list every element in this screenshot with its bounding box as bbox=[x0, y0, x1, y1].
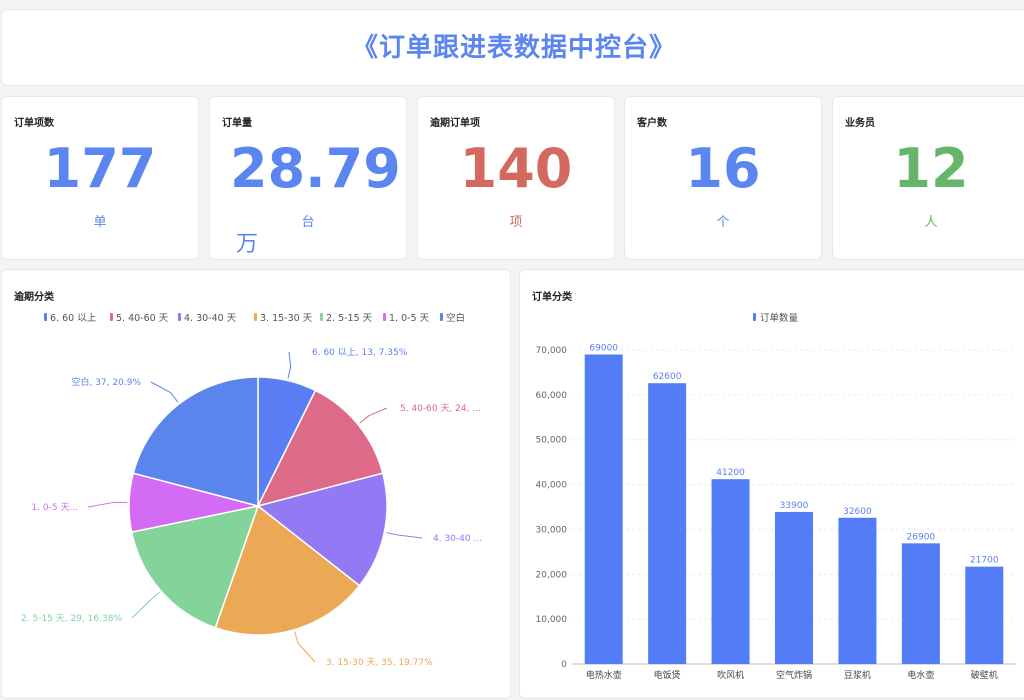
kpi-value: 28.79 bbox=[230, 137, 401, 200]
legend-label: 空白 bbox=[446, 312, 465, 324]
pie-slice-label: 1. 0-5 天... bbox=[31, 503, 78, 513]
bar-value-label: 32600 bbox=[843, 507, 872, 517]
y-tick-label: 10,000 bbox=[536, 615, 568, 625]
pie-slice-label: 4. 30-40 ... bbox=[433, 534, 482, 544]
x-tick-label: 豆浆机 bbox=[844, 669, 871, 681]
kpi-unit: 个 bbox=[716, 215, 730, 230]
bar bbox=[584, 354, 623, 664]
bar bbox=[901, 543, 940, 664]
x-tick-label: 电热水壶 bbox=[586, 669, 622, 681]
kpi-card-overdue-items: 逾期订单项 140 项 bbox=[417, 96, 615, 260]
kpi-unit: 人 bbox=[924, 215, 938, 230]
legend-swatch bbox=[178, 313, 181, 321]
legend-label: 3. 15-30 天 bbox=[260, 313, 313, 324]
kpi-label: 订单量 bbox=[222, 118, 252, 129]
legend-item: 6. 60 以上 bbox=[44, 313, 97, 324]
kpi-unit: 项 bbox=[509, 215, 523, 230]
bar bbox=[838, 517, 877, 664]
kpi-card-order-items: 订单项数 177 单 bbox=[1, 96, 199, 260]
kpi-value: 12 bbox=[893, 137, 969, 200]
legend-swatch bbox=[320, 313, 323, 321]
pie-leader-line bbox=[386, 532, 423, 539]
legend-item: 3. 15-30 天 bbox=[254, 313, 313, 324]
title-card: 《订单跟进表数据中控台》 bbox=[1, 9, 1024, 86]
pie-leader-line bbox=[131, 591, 160, 619]
legend-item: 5. 40-60 天 bbox=[110, 313, 169, 324]
legend-item: 订单数量 bbox=[753, 312, 799, 324]
legend-label: 2. 5-15 天 bbox=[326, 313, 373, 324]
overdue-pie-chart: 6. 60 以上 5. 40-60 天 4. 30-40 天 3. 15-30 天 2.… bbox=[21, 312, 482, 668]
legend-label: 5. 40-60 天 bbox=[116, 313, 169, 324]
pie-leader-line bbox=[359, 407, 388, 424]
bar-value-label: 33900 bbox=[780, 501, 809, 511]
bar-value-label: 21700 bbox=[970, 556, 999, 566]
bar-value-label: 26900 bbox=[907, 532, 936, 542]
legend-label: 1. 0-5 天 bbox=[389, 313, 430, 324]
pie-leader-line bbox=[287, 351, 292, 379]
order-bar-panel: 订单分类 订单数量 0 10,000 20,000 30,000 40,000 50,000… bbox=[519, 269, 1024, 699]
pie-leader-line bbox=[150, 381, 179, 403]
x-tick-label: 吹风机 bbox=[717, 669, 744, 681]
legend-swatch bbox=[110, 313, 113, 321]
legend-swatch bbox=[254, 313, 257, 321]
kpi-unit: 台 bbox=[301, 215, 315, 230]
legend-item: 4. 30-40 天 bbox=[178, 313, 237, 324]
pie-slice-label: 空白, 37, 20.9% bbox=[72, 376, 142, 388]
bar bbox=[775, 511, 813, 664]
kpi-value: 177 bbox=[43, 137, 157, 200]
x-tick-label: 电水壶 bbox=[907, 669, 934, 681]
x-tick-label: 空气炸锅 bbox=[776, 669, 812, 681]
y-tick-label: 30,000 bbox=[536, 525, 568, 535]
legend-label: 订单数量 bbox=[760, 312, 799, 324]
bar bbox=[711, 479, 750, 664]
order-bar-chart: 订单数量 0 10,000 20,000 30,000 40,000 50,000 60,00… bbox=[536, 312, 1016, 681]
y-tick-label: 40,000 bbox=[536, 481, 568, 491]
kpi-label: 业务员 bbox=[845, 118, 875, 129]
kpi-value-row: 28.79 万 bbox=[230, 137, 406, 277]
kpi-label: 客户数 bbox=[637, 118, 667, 129]
x-tick-label: 电饭煲 bbox=[654, 669, 681, 681]
legend-swatch bbox=[44, 313, 47, 321]
y-tick-label: 0 bbox=[561, 660, 567, 670]
kpi-unit: 单 bbox=[93, 215, 107, 230]
y-tick-label: 70,000 bbox=[536, 346, 568, 356]
page-title: 《订单跟进表数据中控台》 bbox=[351, 33, 676, 63]
kpi-label: 订单项数 bbox=[14, 118, 54, 129]
bar-value-label: 41200 bbox=[716, 468, 745, 478]
bar bbox=[648, 383, 687, 664]
legend-item: 2. 5-15 天 bbox=[320, 313, 373, 324]
legend-label: 6. 60 以上 bbox=[50, 313, 97, 324]
kpi-inline-unit: 万 bbox=[236, 232, 259, 257]
kpi-card-salespeople: 业务员 12 人 bbox=[832, 96, 1024, 260]
kpi-card-order-volume: 订单量 28.79 万 台 bbox=[209, 96, 407, 260]
kpi-value: 140 bbox=[459, 137, 573, 200]
pie-slice-label: 2. 5-15 天, 29, 16.38% bbox=[21, 614, 122, 624]
bar bbox=[965, 566, 1004, 664]
x-tick-label: 破壁机 bbox=[971, 669, 998, 681]
overdue-pie-panel: 逾期分类 6. 60 以上 5. 40-60 天 4. 30-40 天 3. 15-3… bbox=[1, 269, 511, 699]
kpi-label: 逾期订单项 bbox=[430, 118, 480, 129]
bar-value-label: 62600 bbox=[653, 372, 682, 382]
pie-leader-line bbox=[294, 631, 316, 663]
legend-swatch bbox=[753, 313, 756, 321]
y-tick-label: 20,000 bbox=[536, 570, 568, 580]
legend-swatch bbox=[383, 313, 386, 321]
pie-leader-line bbox=[87, 501, 128, 508]
legend-item: 1. 0-5 天 bbox=[383, 313, 430, 324]
pie-slice-label: 3. 15-30 天, 35, 19.77% bbox=[326, 658, 433, 668]
y-tick-label: 50,000 bbox=[536, 436, 568, 446]
legend-swatch bbox=[440, 313, 443, 321]
y-tick-label: 60,000 bbox=[536, 391, 568, 401]
pie-slice-label: 5. 40-60 天, 24, ... bbox=[400, 404, 481, 414]
kpi-card-customers: 客户数 16 个 bbox=[624, 96, 822, 260]
legend-label: 4. 30-40 天 bbox=[184, 313, 237, 324]
kpi-value: 16 bbox=[685, 137, 761, 200]
bar-value-label: 69000 bbox=[589, 343, 618, 353]
legend-item: 空白 bbox=[440, 312, 465, 324]
pie-slice-label: 6. 60 以上, 13, 7.35% bbox=[312, 347, 408, 358]
